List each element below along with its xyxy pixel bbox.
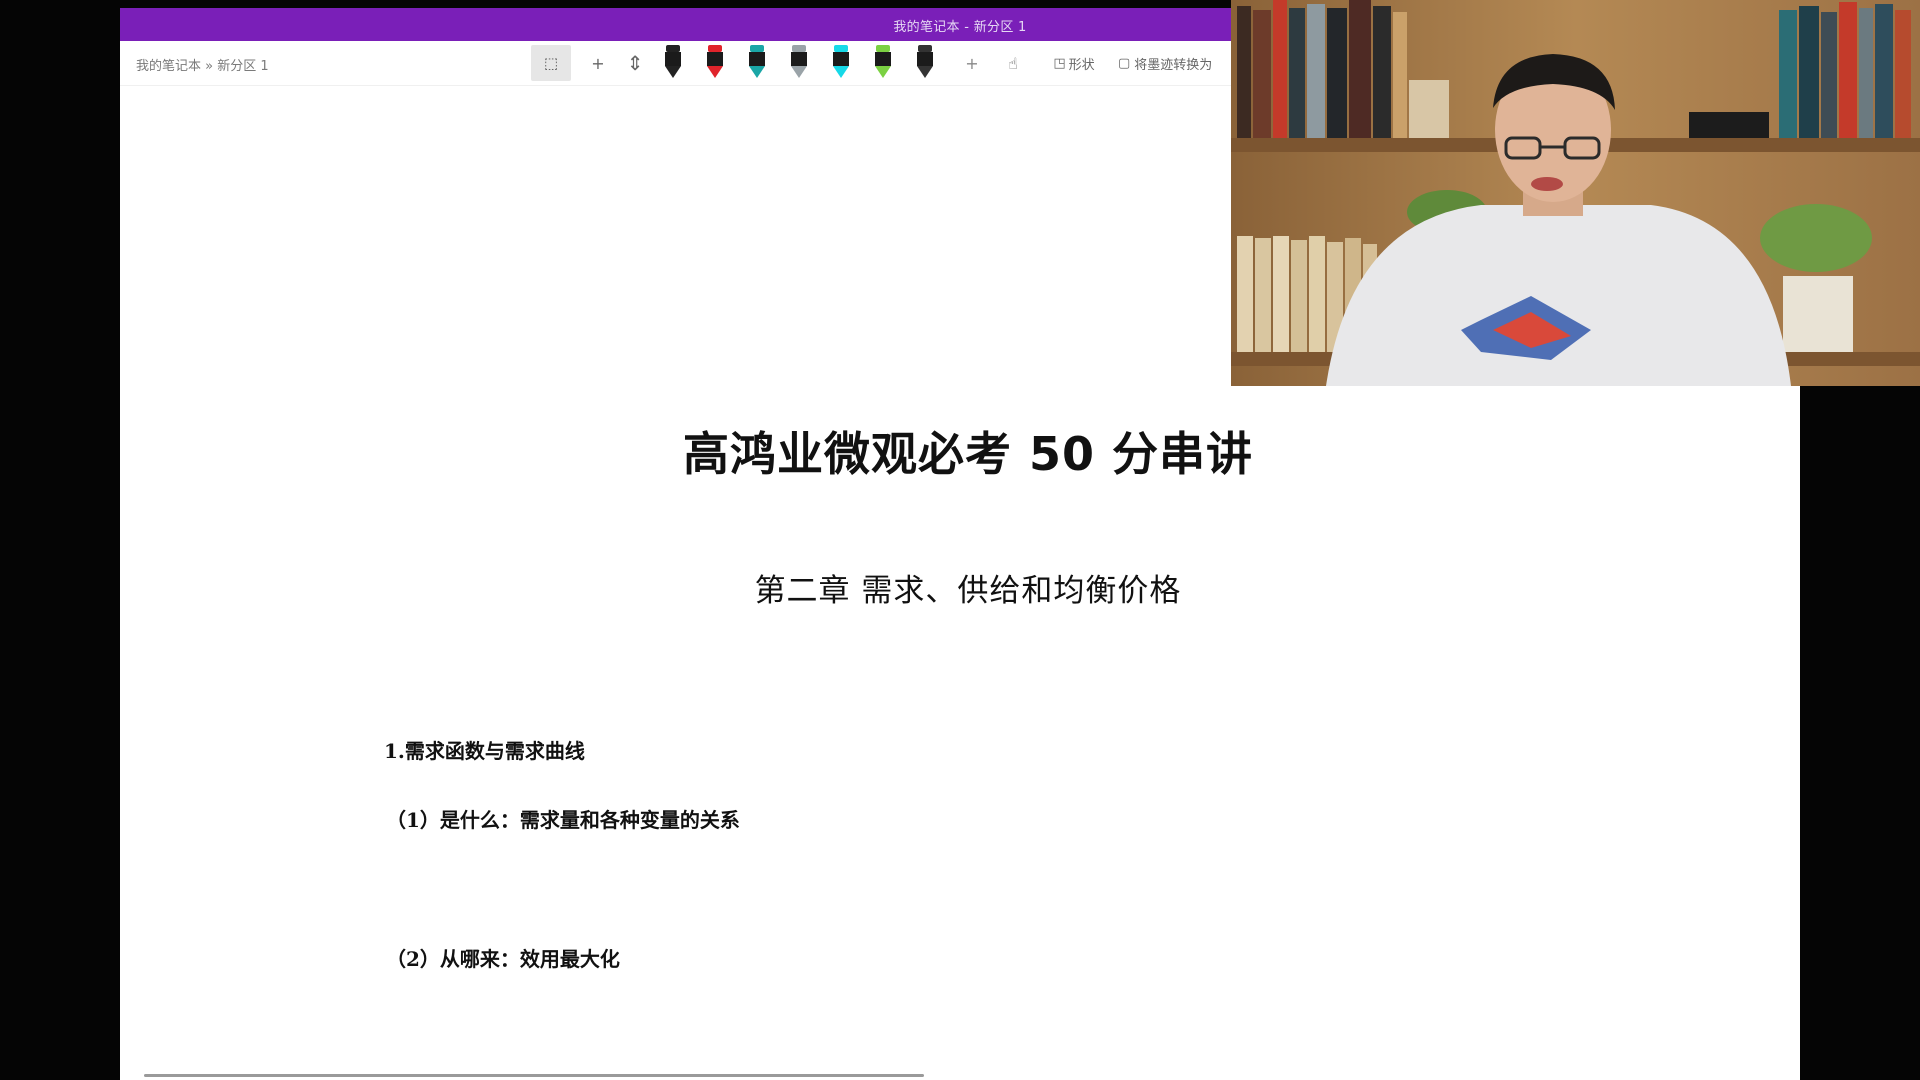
pen-body-icon: [749, 52, 765, 66]
add-space-icon: ⇕: [626, 51, 644, 75]
shapes-icon: ◳: [1053, 55, 1066, 71]
pen-body-icon: [707, 52, 723, 66]
highlighter-green-button[interactable]: [870, 45, 896, 81]
breadcrumb[interactable]: 我的笔记本 » 新分区 1: [136, 55, 269, 74]
chapter-title: 第二章 需求、供给和均衡价格: [754, 573, 1182, 609]
pen-tip-icon: [749, 66, 765, 78]
pen-cap-icon: [750, 45, 764, 52]
pen-tip-icon: [791, 66, 807, 78]
pen-body-icon: [875, 52, 891, 66]
page-title: 高鸿业微观必考 50 分串讲: [682, 427, 1254, 481]
pen-body-icon: [917, 52, 933, 66]
section-heading: 1.需求函数与需求曲线: [384, 739, 585, 763]
pen-cap-icon: [918, 45, 932, 52]
lasso-select-button[interactable]: ⬚: [531, 45, 571, 81]
pen-dark-button[interactable]: [912, 45, 938, 81]
pen-body-icon: [833, 52, 849, 66]
shapes-label: 形状: [1068, 57, 1095, 73]
pen-cap-icon: [708, 45, 722, 52]
convert-icon: ▢: [1118, 55, 1131, 71]
horizontal-scrollbar[interactable]: [144, 1074, 1794, 1078]
add-pen-button[interactable]: +: [960, 45, 984, 81]
pen-tip-icon: [707, 66, 723, 78]
touch-draw-icon: ☝: [1008, 53, 1018, 73]
insert-space-button[interactable]: ⇕: [620, 45, 650, 81]
pen-body-icon: [791, 52, 807, 66]
pen-teal-button[interactable]: [744, 45, 770, 81]
plus-icon: +: [965, 53, 979, 73]
pen-body-icon: [665, 52, 681, 66]
webcam-overlay: [1231, 0, 1920, 386]
pen-cap-icon: [666, 45, 680, 52]
draw-with-touch-button[interactable]: ☝: [1000, 45, 1026, 81]
pen-tip-icon: [833, 66, 849, 78]
pen-tip-icon: [875, 66, 891, 78]
plus-icon: +: [591, 53, 605, 73]
lasso-select-icon: ⬚: [543, 54, 559, 72]
scrollbar-thumb[interactable]: [144, 1074, 924, 1077]
pen-tip-icon: [917, 66, 933, 78]
webcam-video-icon: [1231, 0, 1920, 386]
highlighter-cyan-button[interactable]: [828, 45, 854, 81]
pen-cap-icon: [876, 45, 890, 52]
list-item: （1）是什么：需求量和各种变量的关系: [386, 808, 740, 832]
convert-label: 将墨迹转换为: [1134, 57, 1213, 73]
pen-red-button[interactable]: [702, 45, 728, 81]
pen-cap-icon: [834, 45, 848, 52]
pen-gray-button[interactable]: [786, 45, 812, 81]
list-item: （2）从哪来：效用最大化: [386, 947, 620, 971]
pen-cap-icon: [792, 45, 806, 52]
pen-black-button[interactable]: [660, 45, 686, 81]
pen-tip-icon: [665, 66, 681, 78]
add-space-button[interactable]: +: [585, 45, 611, 81]
shapes-button[interactable]: ◳ 形状: [1044, 45, 1104, 81]
